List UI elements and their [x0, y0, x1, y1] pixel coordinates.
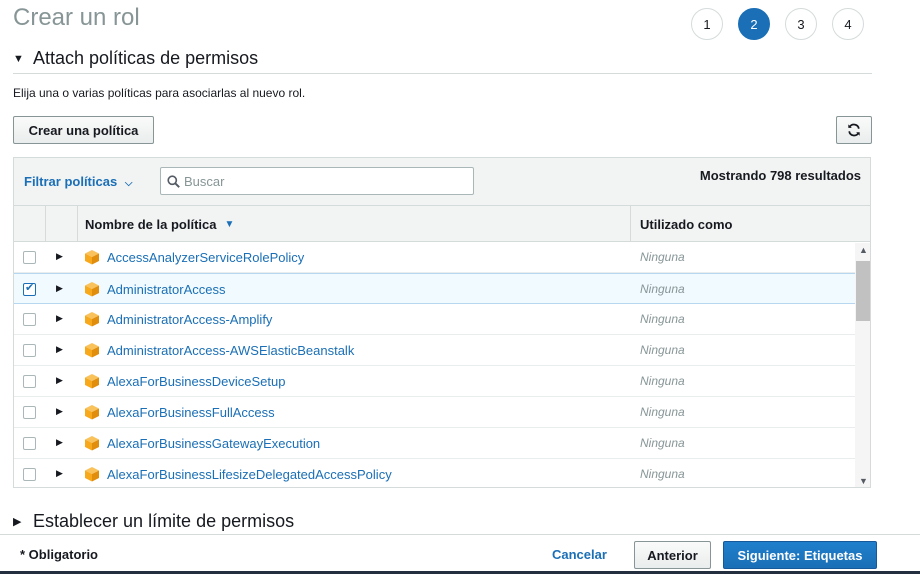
- column-header-policy-name[interactable]: Nombre de la política ▼: [78, 206, 631, 242]
- column-header-used-as[interactable]: Utilizado como: [631, 206, 870, 242]
- next-tags-button[interactable]: Siguiente: Etiquetas: [723, 541, 877, 569]
- expand-row-icon[interactable]: ▶: [56, 313, 63, 324]
- table-row[interactable]: ▶ AccessAnalyzerServiceRolePolicy Ninguna: [14, 242, 855, 273]
- policy-cube-icon: [85, 343, 99, 358]
- chevron-down-icon: ⌵: [124, 178, 133, 189]
- footer-bar: * Obligatorio Cancelar Anterior Siguient…: [0, 534, 920, 574]
- column-header-policy-name-label: Nombre de la política: [85, 216, 217, 232]
- filter-policies-label: Filtrar políticas: [24, 174, 118, 189]
- column-header-used-as-label: Utilizado como: [640, 216, 733, 232]
- policy-name-link[interactable]: AdministratorAccess-AWSElasticBeanstalk: [107, 343, 354, 358]
- expand-row-icon[interactable]: ▶: [56, 406, 63, 417]
- policy-cube-icon: [85, 374, 99, 389]
- table-row[interactable]: ▶ AlexaForBusinessGatewayExecution Ninguna: [14, 428, 855, 459]
- caret-down-icon: ▼: [13, 52, 24, 65]
- policies-table: Filtrar políticas ⌵ Mostrando 798 result…: [13, 157, 871, 488]
- policy-name-link[interactable]: AlexaForBusinessGatewayExecution: [107, 436, 320, 451]
- policy-used-as: Ninguna: [640, 436, 685, 450]
- section-permission-boundary-title: Establecer un límite de permisos: [33, 511, 295, 531]
- row-checkbox[interactable]: [23, 406, 36, 419]
- policy-used-as: Ninguna: [640, 467, 685, 481]
- filter-policies-dropdown[interactable]: Filtrar políticas ⌵: [24, 174, 132, 189]
- policy-name-link[interactable]: AlexaForBusinessDeviceSetup: [107, 374, 285, 389]
- step-indicator: 1 2 3 4: [691, 8, 864, 40]
- divider: [13, 73, 872, 74]
- policy-cube-icon: [85, 405, 99, 420]
- scroll-down-arrow-icon[interactable]: ▼: [859, 476, 868, 486]
- page-title: Crear un rol: [13, 4, 140, 31]
- refresh-icon: [848, 123, 860, 137]
- section-description: Elija una o varias políticas para asocia…: [13, 86, 306, 100]
- expand-row-icon[interactable]: ▶: [56, 344, 63, 355]
- table-body: ▶AccessAnalyzerServiceRolePolicyNinguna▶…: [14, 242, 870, 487]
- create-policy-button[interactable]: Crear una política: [13, 116, 154, 144]
- policy-used-as: Ninguna: [640, 250, 685, 264]
- step-4[interactable]: 4: [832, 8, 864, 40]
- policy-used-as: Ninguna: [640, 282, 685, 296]
- row-checkbox[interactable]: [23, 281, 36, 296]
- step-3[interactable]: 3: [785, 8, 817, 40]
- policy-cube-icon: [85, 436, 99, 451]
- scroll-up-arrow-icon[interactable]: ▲: [859, 245, 868, 255]
- table-row[interactable]: ▶ AdministratorAccess-Amplify Ninguna: [14, 304, 855, 335]
- sort-descending-icon: ▼: [224, 218, 235, 230]
- policy-name-link[interactable]: AdministratorAccess-Amplify: [107, 312, 272, 327]
- table-row[interactable]: ▶ AlexaForBusinessDeviceSetup Ninguna: [14, 366, 855, 397]
- section-permission-boundary-toggle[interactable]: ▶ Establecer un límite de permisos: [13, 511, 294, 532]
- policy-cube-icon: [85, 467, 99, 482]
- row-checkbox[interactable]: [23, 468, 36, 481]
- section-attach-policies-title: Attach políticas de permisos: [33, 48, 259, 68]
- policy-used-as: Ninguna: [640, 374, 685, 388]
- search-input[interactable]: [184, 173, 464, 189]
- scrollbar-thumb[interactable]: [856, 261, 870, 321]
- policy-name-link[interactable]: AlexaForBusinessLifesizeDelegatedAccessP…: [107, 467, 392, 482]
- step-2[interactable]: 2: [738, 8, 770, 40]
- policy-name-link[interactable]: AccessAnalyzerServiceRolePolicy: [107, 250, 304, 265]
- refresh-button[interactable]: [836, 116, 872, 144]
- row-checkbox[interactable]: [23, 437, 36, 450]
- section-attach-policies-toggle[interactable]: ▼ Attach políticas de permisos: [13, 48, 258, 69]
- row-checkbox[interactable]: [23, 375, 36, 388]
- expand-row-icon[interactable]: ▶: [56, 283, 63, 294]
- search-icon: [167, 174, 180, 188]
- table-scrollbar[interactable]: ▲ ▼: [855, 243, 870, 487]
- table-header: Nombre de la política ▼ Utilizado como: [14, 206, 870, 242]
- table-row[interactable]: ▶ AdministratorAccess-AWSElasticBeanstalk…: [14, 335, 855, 366]
- expand-row-icon[interactable]: ▶: [56, 468, 63, 479]
- row-checkbox[interactable]: [23, 313, 36, 326]
- header-expand-cell: [46, 206, 78, 242]
- policy-cube-icon: [85, 282, 99, 297]
- row-checkbox[interactable]: [23, 251, 36, 264]
- results-count: Mostrando 798 resultados: [699, 168, 861, 183]
- policy-used-as: Ninguna: [640, 405, 685, 419]
- search-box: [160, 167, 474, 195]
- required-note: * Obligatorio: [20, 547, 98, 562]
- table-row[interactable]: ▶ AdministratorAccess Ninguna: [14, 273, 855, 304]
- policy-name-link[interactable]: AlexaForBusinessFullAccess: [107, 405, 275, 420]
- row-checkbox[interactable]: [23, 344, 36, 357]
- policy-name-link[interactable]: AdministratorAccess: [107, 282, 225, 297]
- policy-used-as: Ninguna: [640, 343, 685, 357]
- expand-row-icon[interactable]: ▶: [56, 437, 63, 448]
- caret-right-icon: ▶: [13, 516, 22, 528]
- header-select-cell: [14, 206, 46, 242]
- step-1[interactable]: 1: [691, 8, 723, 40]
- expand-row-icon[interactable]: ▶: [56, 251, 63, 262]
- policy-cube-icon: [85, 312, 99, 327]
- table-row[interactable]: ▶ AlexaForBusinessFullAccess Ninguna: [14, 397, 855, 428]
- cancel-link[interactable]: Cancelar: [552, 547, 607, 562]
- table-row[interactable]: ▶ AlexaForBusinessLifesizeDelegatedAccess…: [14, 459, 855, 487]
- policy-used-as: Ninguna: [640, 312, 685, 326]
- policy-cube-icon: [85, 250, 99, 265]
- filter-bar: Filtrar políticas ⌵ Mostrando 798 result…: [14, 158, 870, 206]
- previous-button[interactable]: Anterior: [634, 541, 711, 569]
- expand-row-icon[interactable]: ▶: [56, 375, 63, 386]
